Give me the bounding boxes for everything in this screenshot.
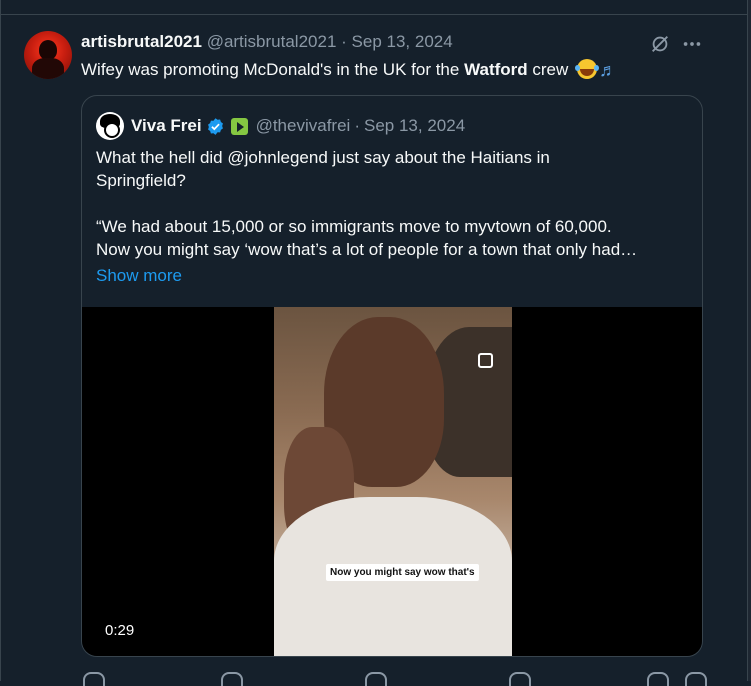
instagram-icon: [478, 353, 493, 368]
tweet-text-bold: Watford: [464, 60, 528, 79]
quoted-text-line: What the hell did @johnlegend just say a…: [96, 148, 550, 167]
tweet-header: artisbrutal2021 @artisbrutal2021 · Sep 1…: [81, 32, 453, 52]
quoted-separator-dot: ·: [354, 116, 360, 135]
quoted-text-line: Now you might say ‘wow that’s a lot of p…: [96, 240, 638, 259]
tweet-text-end: crew: [527, 60, 569, 79]
like-icon[interactable]: [365, 672, 387, 686]
author-name[interactable]: artisbrutal2021: [81, 32, 202, 51]
music-notes-icon: ♬: [599, 60, 618, 80]
quoted-avatar[interactable]: [96, 112, 124, 140]
video-player[interactable]: Now you might say wow that's 0:29: [82, 307, 702, 656]
quoted-text-line: Springfield?: [96, 171, 186, 190]
tweet-divider: [0, 14, 748, 15]
share-icon[interactable]: [685, 672, 707, 686]
rumble-badge-icon: [230, 117, 248, 135]
avatar-figure-body: [32, 58, 64, 79]
tweet-date[interactable]: Sep 13, 2024: [352, 32, 453, 51]
video-caption: Now you might say wow that's: [326, 564, 479, 581]
quoted-tweet-card[interactable]: Viva Frei @thevivafrei · Sep 13, 2024 Wh…: [81, 95, 703, 657]
grok-icon[interactable]: [649, 33, 671, 55]
laughing-crying-icon: [575, 59, 598, 79]
tweet-text: Wifey was promoting McDonald's in the UK…: [81, 59, 617, 81]
quoted-text: What the hell did @johnlegend just say a…: [96, 146, 696, 261]
quoted-author-name[interactable]: Viva Frei: [131, 116, 202, 136]
video-frame: Now you might say wow that's: [274, 307, 512, 656]
more-options-icon[interactable]: [681, 33, 703, 55]
verified-badge-icon: [207, 117, 223, 135]
avatar-figure-head: [39, 40, 57, 60]
views-icon[interactable]: [509, 672, 531, 686]
video-duration: 0:29: [105, 622, 135, 639]
show-more-link[interactable]: Show more: [96, 266, 182, 286]
tweet-text-start: Wifey was promoting McDonald's in the UK…: [81, 60, 465, 79]
action-bar: [81, 672, 707, 686]
author-handle[interactable]: @artisbrutal2021: [207, 32, 337, 51]
quoted-header: Viva Frei @thevivafrei · Sep 13, 2024: [131, 116, 465, 136]
separator-dot: ·: [341, 32, 347, 51]
quoted-text-line: “We had about 15,000 or so immigrants mo…: [96, 217, 612, 236]
bookmark-icon[interactable]: [647, 672, 669, 686]
retweet-icon[interactable]: [221, 672, 243, 686]
quoted-date[interactable]: Sep 13, 2024: [364, 116, 465, 136]
avatar[interactable]: [24, 31, 72, 79]
quoted-avatar-face: [104, 122, 120, 138]
column-left-border: [0, 0, 1, 681]
quoted-author-handle[interactable]: @thevivafrei: [256, 116, 351, 136]
reply-icon[interactable]: [83, 672, 105, 686]
